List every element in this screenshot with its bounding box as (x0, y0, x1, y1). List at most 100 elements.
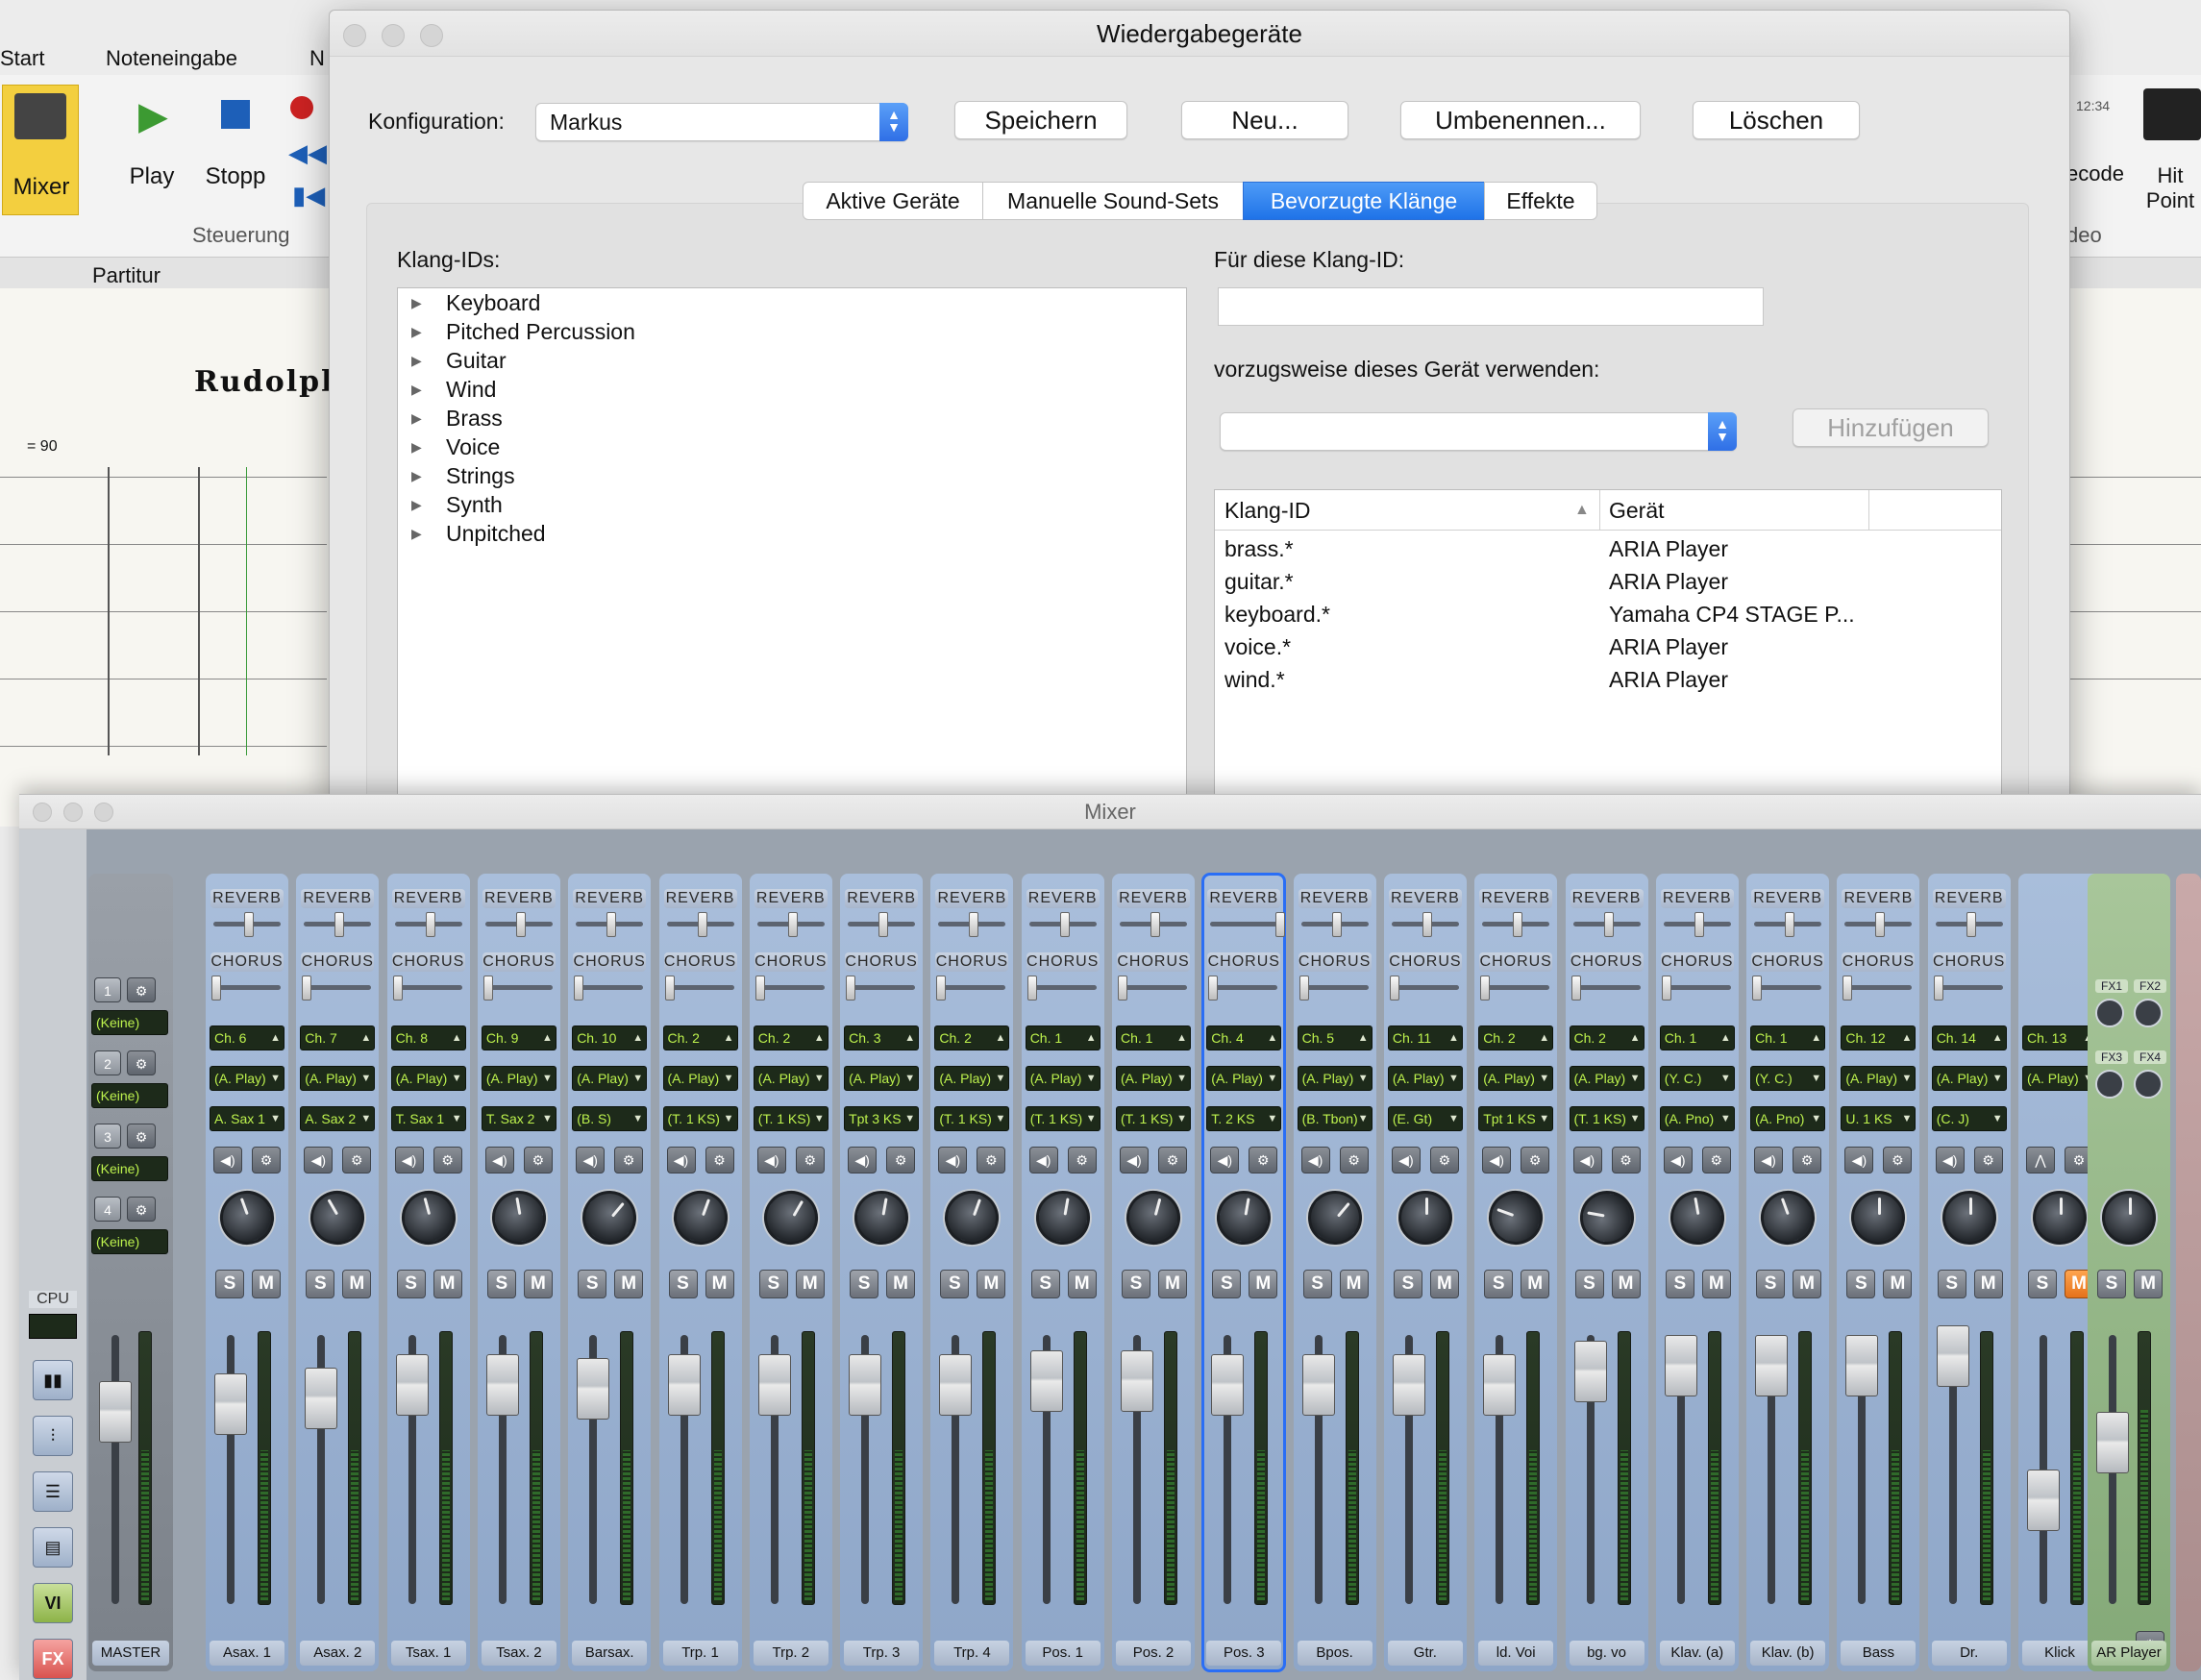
chorus-slider[interactable] (1572, 985, 1641, 990)
solo-button[interactable]: S (1937, 1270, 1966, 1298)
pan-knob[interactable] (1941, 1191, 1996, 1245)
device-select[interactable]: (A. Play)▼ (390, 1066, 466, 1091)
volume-fader[interactable] (1211, 1354, 1245, 1416)
solo-button[interactable]: S (1484, 1270, 1514, 1298)
table-row[interactable]: guitar.* ARIA Player (1215, 565, 2001, 598)
reverb-slider-knob[interactable] (1150, 912, 1160, 937)
device-select[interactable]: (A. Play)▼ (1841, 1066, 1917, 1091)
program-select[interactable]: Tpt 1 KS ▼ (1478, 1106, 1554, 1131)
stopp-button[interactable]: Stopp (202, 94, 269, 210)
program-select[interactable]: (C. J) ▼ (1931, 1106, 2007, 1131)
channel-strip[interactable]: REVERB CHORUS Ch. 8 ▲ (A. Play) ▼ T. Sax 1 ▼ ◀) ⚙… (386, 874, 470, 1671)
chorus-slider-knob[interactable] (482, 976, 493, 1001)
device-select[interactable]: (A. Play)▼ (1297, 1066, 1373, 1091)
chorus-slider[interactable] (1482, 985, 1550, 990)
mute-button[interactable]: M (795, 1270, 825, 1298)
pan-knob[interactable] (2033, 1191, 2087, 1245)
gear-icon[interactable]: ⚙ (886, 1147, 916, 1174)
chorus-slider[interactable] (484, 985, 553, 990)
tab-manuelle-sound-sets[interactable]: Manuelle Sound-Sets (982, 182, 1244, 220)
solo-button[interactable]: S (1122, 1270, 1150, 1298)
device-select[interactable]: (A. Play)▼ (481, 1066, 556, 1091)
program-select[interactable]: (T. 1 KS) ▼ (934, 1106, 1010, 1131)
channel-select[interactable]: Ch. 2 ▲ (662, 1025, 738, 1050)
solo-button[interactable]: S (1212, 1270, 1242, 1298)
solo-button[interactable]: S (215, 1270, 244, 1298)
mute-button[interactable]: M (1339, 1270, 1369, 1298)
speaker-icon[interactable]: ◀) (304, 1147, 334, 1174)
chorus-slider-knob[interactable] (1842, 976, 1853, 1001)
speaker-icon[interactable]: ◀) (756, 1147, 786, 1174)
chorus-slider[interactable] (848, 985, 916, 990)
fader-view-button[interactable]: ⫶ (33, 1416, 73, 1456)
speaker-icon[interactable]: ◀) (484, 1147, 514, 1174)
gear-icon[interactable]: ⚙ (1883, 1147, 1913, 1174)
play-button[interactable]: ▶ Play (125, 94, 179, 210)
mute-button[interactable]: M (252, 1270, 281, 1298)
program-select[interactable]: (T. 1 KS) ▼ (1569, 1106, 1645, 1131)
disclosure-triangle-icon[interactable]: ▶ (411, 346, 422, 375)
volume-fader[interactable] (1392, 1354, 1425, 1416)
channel-select[interactable]: Ch. 1 ▲ (1750, 1025, 1826, 1050)
channel-select[interactable]: Ch. 7 ▲ (300, 1025, 376, 1050)
program-select[interactable]: A. Sax 1 ▼ (210, 1106, 284, 1131)
chorus-slider[interactable] (394, 985, 462, 990)
volume-fader[interactable] (395, 1354, 429, 1416)
tree-item[interactable]: ▶ Guitar (398, 346, 1186, 375)
mute-button[interactable]: M (614, 1270, 644, 1298)
chorus-slider[interactable] (1844, 985, 1913, 990)
chorus-slider-knob[interactable] (1389, 976, 1399, 1001)
fx-send-knob[interactable] (2134, 999, 2163, 1027)
volume-fader[interactable] (1845, 1335, 1879, 1396)
gear-icon[interactable]: ⚙ (977, 1147, 1006, 1174)
volume-fader[interactable] (1483, 1354, 1517, 1416)
solo-button[interactable]: S (2028, 1270, 2057, 1298)
table-row[interactable]: wind.* ARIA Player (1215, 663, 2001, 696)
master-fader[interactable] (99, 1381, 132, 1443)
ar-player-solo-button[interactable]: S (2097, 1270, 2126, 1298)
reverb-slider-knob[interactable] (425, 912, 435, 937)
chorus-slider-knob[interactable] (1298, 976, 1309, 1001)
mute-button[interactable]: M (1067, 1270, 1097, 1298)
reverb-slider-knob[interactable] (697, 912, 707, 937)
channel-strip[interactable]: REVERB CHORUS Ch. 7 ▲ (A. Play) ▼ A. Sax 2 ▼ ◀) ⚙… (296, 874, 380, 1671)
chorus-slider[interactable] (1754, 985, 1822, 990)
program-select[interactable]: (T. 1 KS) ▼ (1025, 1106, 1100, 1131)
chorus-slider[interactable] (576, 985, 644, 990)
solo-button[interactable]: S (1030, 1270, 1060, 1298)
channel-strip[interactable]: REVERB CHORUS Ch. 1 ▲ (A. Play) ▼ (T. 1 KS) ▼ ◀)… (1112, 874, 1195, 1671)
pan-knob[interactable] (1212, 1186, 1275, 1249)
chorus-slider[interactable] (213, 985, 281, 990)
speaker-icon[interactable]: ◀) (848, 1147, 878, 1174)
chorus-slider[interactable] (938, 985, 1006, 990)
channel-strip[interactable]: REVERB CHORUS Ch. 3 ▲ (A. Play) ▼ Tpt 3 KS ▼ ◀) ⚙… (840, 874, 924, 1671)
solo-button[interactable]: S (940, 1270, 970, 1298)
tab-n[interactable]: N (309, 46, 325, 71)
metronome-icon[interactable]: ⋀ (2026, 1147, 2055, 1174)
device-select[interactable]: (Y. C.) ▼ (1659, 1066, 1735, 1091)
tab-bevorzugte-klaenge[interactable]: Bevorzugte Klänge (1243, 182, 1485, 220)
channel-strip[interactable]: REVERB CHORUS Ch. 9 ▲ (A. Play) ▼ T. Sax 2 ▼ ◀) ⚙… (477, 874, 560, 1671)
gear-icon[interactable]: ⚙ (1611, 1147, 1641, 1174)
channel-select[interactable]: Ch. 2 ▲ (934, 1025, 1010, 1050)
channel-strip[interactable]: REVERB CHORUS Ch. 4 ▲ (A. Play) ▼ T. 2 KS ▼ ◀) ⚙ S… (1201, 873, 1287, 1672)
channel-select[interactable]: Ch. 2 ▲ (1569, 1025, 1645, 1050)
column-header-geraet[interactable]: Gerät (1609, 490, 1665, 531)
pan-knob[interactable] (1753, 1183, 1822, 1252)
volume-fader[interactable] (667, 1354, 701, 1416)
pan-knob[interactable] (1031, 1186, 1095, 1249)
chorus-slider-knob[interactable] (1480, 976, 1491, 1001)
pan-knob[interactable] (571, 1179, 648, 1256)
chorus-slider-knob[interactable] (392, 976, 403, 1001)
volume-fader[interactable] (1664, 1335, 1697, 1396)
tab-effekte[interactable]: Effekte (1484, 182, 1597, 220)
chorus-slider-knob[interactable] (846, 976, 856, 1001)
mute-button[interactable]: M (523, 1270, 553, 1298)
gear-icon[interactable]: ⚙ (433, 1147, 462, 1174)
channel-select[interactable]: Ch. 13▲ (2022, 1025, 2097, 1050)
config-dropdown[interactable]: Markus ▲ ▼ (535, 103, 908, 141)
hit-point-icon[interactable] (2143, 88, 2201, 140)
tree-item[interactable]: ▶ Keyboard (398, 288, 1186, 317)
chorus-slider-knob[interactable] (1208, 976, 1219, 1001)
mute-button[interactable]: M (1973, 1270, 2003, 1298)
